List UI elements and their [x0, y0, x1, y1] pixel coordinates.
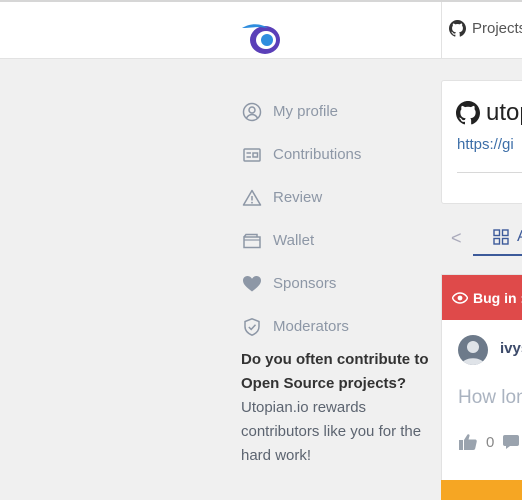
post-card[interactable]: Bug in : ivys How lon 0: [441, 274, 522, 496]
menu-item-label: Review: [273, 189, 323, 206]
github-icon: [449, 20, 466, 37]
header-divider: [441, 2, 442, 58]
active-tab-underline: [473, 254, 522, 256]
menu-item-moderators[interactable]: Moderators: [241, 305, 361, 348]
like-count: 0: [486, 433, 495, 451]
menu-item-sponsors[interactable]: Sponsors: [241, 262, 361, 305]
menu-item-review[interactable]: Review: [241, 176, 361, 219]
menu-item-label: Wallet: [273, 232, 315, 249]
next-post-card-edge: [441, 480, 522, 500]
grid-icon: [493, 229, 509, 245]
comment-icon[interactable]: [502, 434, 520, 450]
heart-icon: [241, 273, 263, 295]
menu-item-label: Sponsors: [273, 275, 337, 292]
menu-item-wallet[interactable]: Wallet: [241, 219, 361, 262]
post-votes: 0: [458, 433, 520, 451]
warning-icon: [241, 187, 263, 209]
projects-tab[interactable]: Projects: [449, 20, 522, 37]
utopian-logo[interactable]: [240, 22, 282, 56]
shield-check-icon: [241, 316, 263, 338]
card-icon: [241, 144, 263, 166]
project-card: utop https://gi: [441, 80, 522, 204]
post-category-bar[interactable]: Bug in :: [442, 275, 522, 320]
project-title-text: utop: [486, 99, 522, 126]
user-circle-icon: [241, 101, 263, 123]
menu-item-contributions[interactable]: Contributions: [241, 133, 361, 176]
contributor-cta: Do you often contribute to Open Source p…: [241, 348, 431, 468]
projects-tab-label: Projects: [472, 20, 522, 37]
eye-icon: [452, 291, 468, 304]
cta-text: Utopian.io rewards contributors like you…: [241, 399, 422, 464]
side-menu: My profile Contributions Review Wallet S…: [241, 90, 361, 348]
project-link[interactable]: https://gi: [457, 136, 514, 153]
post-title[interactable]: How lon: [458, 387, 522, 409]
avatar[interactable]: [458, 335, 488, 365]
menu-item-label: Contributions: [273, 146, 362, 163]
menu-item-label: Moderators: [273, 318, 349, 335]
tab-all[interactable]: A: [493, 228, 522, 246]
tabs-back-button[interactable]: <: [451, 228, 462, 249]
post-category-label: Bug in :: [473, 289, 522, 306]
cta-question: Do you often contribute to Open Source p…: [241, 351, 429, 392]
thumbs-up-icon[interactable]: [458, 433, 478, 451]
wallet-icon: [241, 230, 263, 252]
tab-all-label: A: [517, 228, 522, 246]
menu-item-my-profile[interactable]: My profile: [241, 90, 361, 133]
menu-item-label: My profile: [273, 103, 339, 120]
card-divider: [457, 172, 522, 173]
github-icon: [456, 101, 480, 125]
post-tabs: < A: [441, 218, 522, 258]
post-username[interactable]: ivys: [500, 340, 522, 357]
project-title[interactable]: utop: [456, 99, 522, 127]
top-header: Projects: [0, 2, 522, 59]
